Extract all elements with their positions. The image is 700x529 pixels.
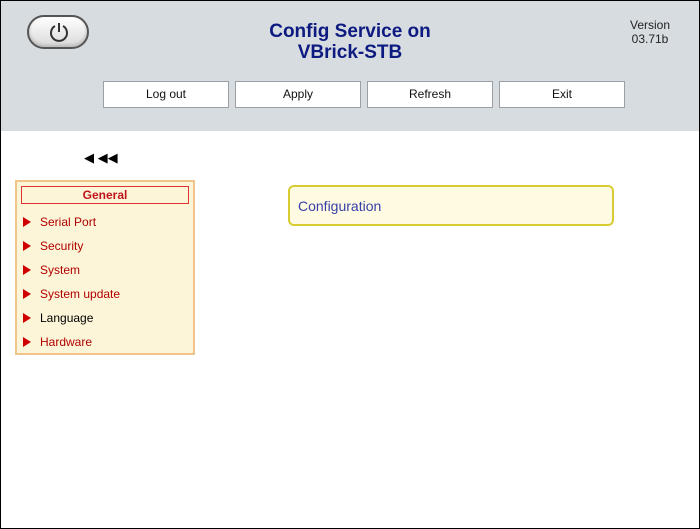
sidebar-item-serial-port[interactable]: Serial Port <box>23 212 96 232</box>
triangle-right-icon <box>23 241 31 251</box>
version-value: 03.71b <box>631 32 669 46</box>
back-navigation-arrows[interactable]: ◀ ◀◀ <box>84 150 118 166</box>
version-label: Version <box>629 18 671 32</box>
configuration-panel: Configuration <box>288 185 614 226</box>
sidebar-item-label: Serial Port <box>40 215 97 229</box>
logout-button[interactable]: Log out <box>103 81 229 108</box>
page-title: Config Service on VBrick-STB <box>1 21 699 63</box>
sidebar-item-system[interactable]: System <box>23 260 80 280</box>
triangle-right-icon <box>23 337 31 347</box>
version-info: Version 03.71b <box>615 18 685 46</box>
sidebar-item-system-update[interactable]: System update <box>23 284 120 304</box>
sidebar-menu: General Serial Port Security System Syst… <box>15 180 195 355</box>
title-line-2: VBrick-STB <box>297 42 403 63</box>
sidebar-item-label: Hardware <box>40 335 93 349</box>
menu-heading-general[interactable]: General <box>21 186 189 204</box>
sidebar-item-security[interactable]: Security <box>23 236 83 256</box>
refresh-button[interactable]: Refresh <box>367 81 493 108</box>
sidebar-item-label: System update <box>40 287 121 301</box>
sidebar-item-label: Security <box>40 239 84 253</box>
exit-button[interactable]: Exit <box>499 81 625 108</box>
sidebar-item-language[interactable]: Language <box>23 308 93 328</box>
sidebar-item-label: System <box>40 263 81 277</box>
sidebar-item-hardware[interactable]: Hardware <box>23 332 92 352</box>
title-line-1: Config Service on <box>269 21 431 42</box>
header-bar: Config Service on VBrick-STB Version 03.… <box>1 1 699 131</box>
apply-button[interactable]: Apply <box>235 81 361 108</box>
triangle-right-icon <box>23 289 31 299</box>
triangle-right-icon <box>23 313 31 323</box>
triangle-right-icon <box>23 265 31 275</box>
sidebar-item-label: Language <box>40 311 94 325</box>
triangle-right-icon <box>23 217 31 227</box>
